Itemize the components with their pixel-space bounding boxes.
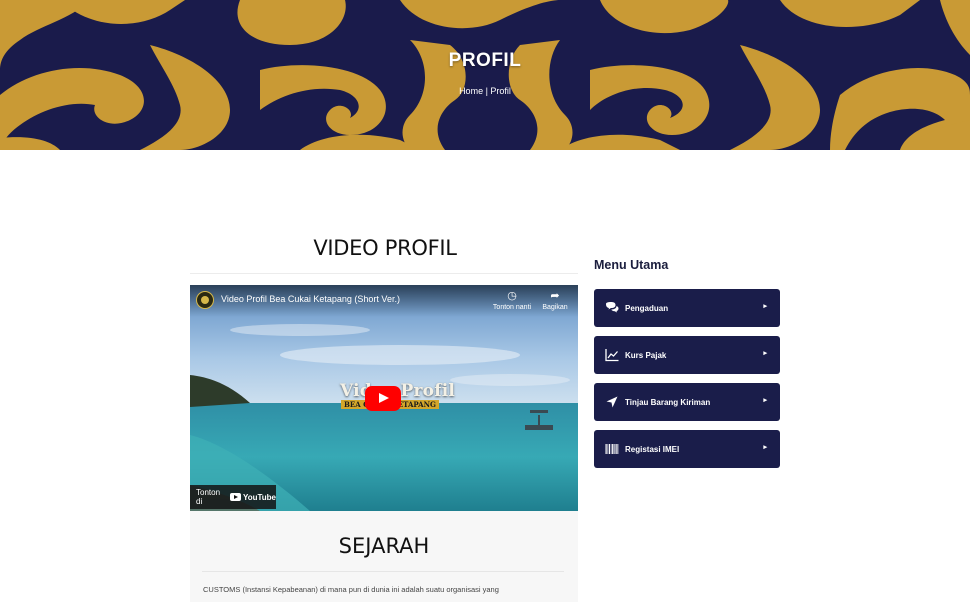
- sidebar-item-tinjau-barang-kiriman[interactable]: Tinjau Barang Kiriman ▸: [594, 383, 780, 421]
- ornament-pattern: [0, 0, 970, 150]
- sidebar-item-label: Pengaduan: [625, 304, 669, 313]
- youtube-video-player[interactable]: Video Profil Bea Cukai Ketapang (Short V…: [190, 285, 578, 511]
- video-section-heading: VIDEO PROFIL: [313, 236, 457, 260]
- watch-later-label: Tonton nanti: [492, 304, 532, 311]
- sejarah-section: SEJARAH CUSTOMS (Instansi Kepabeanan) di…: [190, 511, 578, 602]
- video-title[interactable]: Video Profil Bea Cukai Ketapang (Short V…: [221, 294, 400, 304]
- share-icon: ➦: [550, 290, 560, 302]
- sidebar-item-label: Kurs Pajak: [625, 351, 667, 360]
- chart-line-icon: [605, 349, 619, 362]
- share-button[interactable]: ➦ Bagikan: [530, 290, 578, 311]
- watch-on-label: Tonton di: [196, 488, 221, 506]
- location-arrow-icon: [606, 396, 618, 408]
- page-banner: PROFIL Home | Profil: [0, 0, 970, 150]
- share-label: Bagikan: [542, 304, 568, 311]
- youtube-logo-text: YouTube: [242, 492, 276, 502]
- page-title: PROFIL: [448, 50, 522, 71]
- sidebar-item-label: Registasi IMEI: [625, 445, 680, 454]
- watch-on-youtube-link[interactable]: Tonton di YouTube: [190, 485, 276, 509]
- section-divider: [202, 571, 564, 572]
- sidebar-item-registasi-imei[interactable]: Registasi IMEI ▸: [594, 430, 780, 468]
- sejarah-paragraph: CUSTOMS (Instansi Kepabeanan) di mana pu…: [203, 585, 499, 594]
- youtube-logo-icon: YouTube: [229, 492, 276, 502]
- chevron-right-icon: ▸: [763, 444, 767, 451]
- channel-avatar[interactable]: [196, 291, 214, 309]
- play-button[interactable]: [365, 386, 401, 411]
- breadcrumb-current: Profil: [490, 86, 511, 96]
- sidebar-item-label: Tinjau Barang Kiriman: [625, 398, 711, 407]
- comments-icon: [606, 302, 619, 313]
- chevron-right-icon: ▸: [763, 350, 767, 357]
- breadcrumb-home-link[interactable]: Home: [459, 86, 483, 96]
- chevron-right-icon: ▸: [763, 303, 767, 310]
- chevron-right-icon: ▸: [763, 397, 767, 404]
- section-divider: [190, 273, 578, 274]
- breadcrumb: Home | Profil: [0, 86, 970, 96]
- sidebar-item-kurs-pajak[interactable]: Kurs Pajak ▸: [594, 336, 780, 374]
- sejarah-heading: SEJARAH: [338, 534, 430, 558]
- sidebar-heading: Menu Utama: [594, 258, 669, 272]
- barcode-icon: [605, 444, 619, 454]
- sidebar-item-pengaduan[interactable]: Pengaduan ▸: [594, 289, 780, 327]
